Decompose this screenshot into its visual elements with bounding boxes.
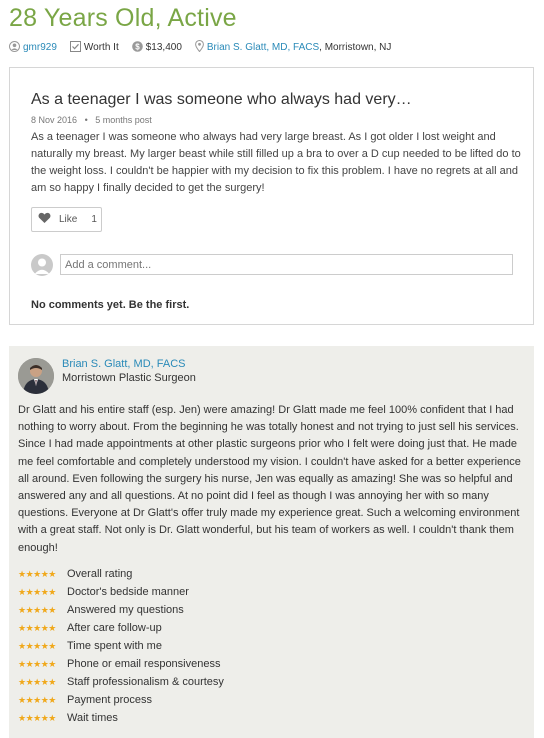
rating-label: Payment process	[67, 694, 152, 706]
like-label: Like	[59, 214, 78, 225]
worth-it-label: Worth It	[83, 42, 119, 53]
doctor-title: Morristown Plastic Surgeon	[62, 372, 196, 384]
cost-value: $13,400	[145, 42, 182, 53]
location-text: , Morristown, NJ	[319, 42, 392, 53]
rating-row: ★★★★★ Staff professionalism & courtesy	[18, 673, 224, 691]
doctor-avatar[interactable]	[18, 358, 54, 394]
rating-label: Time spent with me	[67, 640, 162, 652]
rating-label: Overall rating	[67, 568, 133, 580]
star-rating-icon: ★★★★★	[18, 676, 56, 687]
rating-row: ★★★★★ Phone or email responsiveness	[18, 655, 224, 673]
doctor-review-body: Dr Glatt and his entire staff (esp. Jen)…	[18, 404, 521, 554]
no-comments-message: No comments yet. Be the first.	[31, 299, 190, 311]
map-pin-icon	[194, 39, 204, 55]
star-rating-icon: ★★★★★	[18, 586, 56, 597]
star-rating-icon: ★★★★★	[18, 658, 56, 669]
review-meta: gmr929 Worth It $ $13,400 Brian S. Glatt…	[9, 39, 404, 55]
date-separator: •	[84, 115, 88, 125]
comment-input[interactable]	[60, 254, 513, 275]
rating-row: ★★★★★ Time spent with me	[18, 637, 224, 655]
review-title: 28 Years Old, Active	[9, 4, 237, 32]
post-date: 8 Nov 2016	[31, 115, 78, 125]
star-rating-icon: ★★★★★	[18, 568, 56, 579]
star-rating-icon: ★★★★★	[18, 694, 56, 705]
author-link[interactable]: gmr929	[23, 42, 57, 53]
post-title[interactable]: As a teenager I was someone who always h…	[31, 91, 412, 109]
review-post-card: As a teenager I was someone who always h…	[9, 67, 534, 325]
dollar-icon: $	[131, 40, 143, 55]
post-age: 5 months post	[95, 115, 152, 125]
rating-label: Phone or email responsiveness	[67, 658, 221, 670]
rating-row: ★★★★★ Payment process	[18, 691, 224, 709]
rating-label: Doctor's bedside manner	[67, 586, 189, 598]
author-info: gmr929	[9, 40, 57, 55]
rating-row: ★★★★★ Answered my questions	[18, 601, 224, 619]
worth-it-info: Worth It	[69, 40, 119, 55]
post-body: As a teenager I was someone who always h…	[31, 131, 521, 194]
doctor-location-info: Brian S. Glatt, MD, FACS , Morristown, N…	[194, 39, 392, 55]
doctor-name-link[interactable]: Brian S. Glatt, MD, FACS	[62, 358, 185, 370]
star-rating-icon: ★★★★★	[18, 622, 56, 633]
ratings-list: ★★★★★ Overall rating ★★★★★ Doctor's bedsid…	[18, 565, 224, 727]
star-rating-icon: ★★★★★	[18, 640, 56, 651]
cost-info: $ $13,400	[131, 40, 182, 55]
worth-it-icon	[69, 40, 81, 55]
commenter-avatar	[31, 254, 53, 276]
doctor-review-card: Brian S. Glatt, MD, FACS Morristown Plas…	[9, 346, 534, 738]
rating-row: ★★★★★ Wait times	[18, 709, 224, 727]
rating-row: ★★★★★ After care follow-up	[18, 619, 224, 637]
rating-row: ★★★★★ Doctor's bedside manner	[18, 583, 224, 601]
heart-icon	[38, 212, 51, 227]
star-rating-icon: ★★★★★	[18, 604, 56, 615]
rating-label: Staff professionalism & courtesy	[67, 676, 224, 688]
post-date-line: 8 Nov 2016 • 5 months post	[31, 115, 152, 125]
user-icon	[9, 40, 20, 55]
doctor-link[interactable]: Brian S. Glatt, MD, FACS	[207, 42, 319, 53]
rating-row: ★★★★★ Overall rating	[18, 565, 224, 583]
star-rating-icon: ★★★★★	[18, 712, 56, 723]
rating-label: Wait times	[67, 712, 118, 724]
rating-label: After care follow-up	[67, 622, 162, 634]
rating-label: Answered my questions	[67, 604, 184, 616]
like-count: 1	[91, 214, 97, 225]
svg-text:$: $	[135, 42, 140, 51]
like-button[interactable]: Like 1	[31, 207, 102, 232]
